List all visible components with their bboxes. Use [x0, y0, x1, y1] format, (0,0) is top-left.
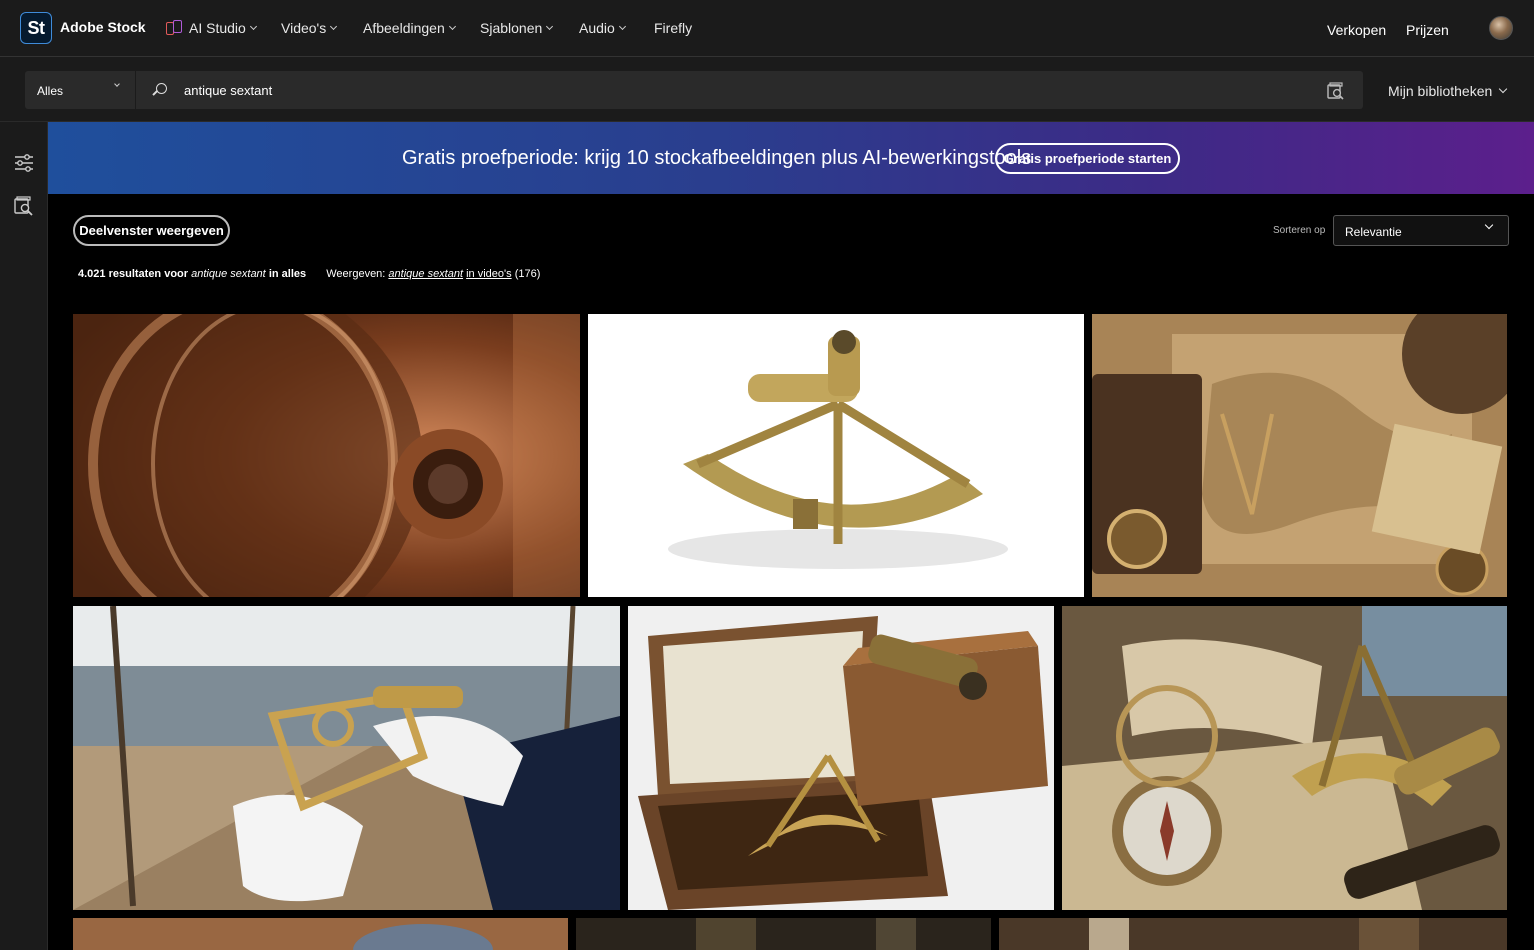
search-input[interactable]: [184, 71, 1284, 109]
my-libraries-dropdown[interactable]: Mijn bibliotheken: [1388, 83, 1508, 99]
results-summary: 4.021 resultaten voor antique sextant in…: [78, 268, 540, 280]
nav-templates[interactable]: Sjablonen: [480, 20, 554, 36]
adobe-stock-logo[interactable]: St: [20, 12, 52, 44]
result-image-row3-2[interactable]: [576, 918, 991, 950]
top-nav: St Adobe Stock AI Studio Video's Afbeeld…: [0, 0, 1534, 57]
brand-name[interactable]: Adobe Stock: [60, 19, 146, 35]
view-label: Weergeven:: [326, 268, 386, 280]
results-scope-prefix: in: [268, 268, 279, 280]
result-image-copper-instrument[interactable]: [73, 314, 580, 597]
chevron-down-icon: [448, 22, 456, 30]
chevron-down-icon: [546, 22, 554, 30]
search-field: [136, 71, 1363, 109]
chevron-down-icon: [330, 22, 338, 30]
nav-firefly-label: Firefly: [654, 20, 693, 36]
pricing-link[interactable]: Prijzen: [1406, 22, 1449, 38]
nav-videos-label: Video's: [281, 20, 327, 36]
results-query: antique sextant: [191, 268, 266, 280]
video-results-link[interactable]: antique sextant: [388, 268, 463, 280]
chevron-down-icon: [249, 22, 257, 30]
ai-studio-icon: [166, 20, 184, 36]
banner-text: Gratis proefperiode: krijg 10 stockafbee…: [402, 147, 1032, 169]
results-count: 4.021 resultaten voor: [78, 268, 189, 280]
show-panel-button[interactable]: Deelvenster weergeven: [73, 215, 230, 246]
nav-firefly[interactable]: Firefly: [654, 20, 692, 36]
results-scope: alles: [281, 268, 307, 280]
left-rail: [0, 122, 48, 950]
chevron-down-icon: [114, 81, 120, 87]
my-libraries-label: Mijn bibliotheken: [1388, 83, 1493, 99]
sort-select[interactable]: Relevantie: [1333, 215, 1509, 246]
search-scope-dropdown[interactable]: Alles: [25, 71, 135, 109]
search-icon: [156, 83, 167, 94]
nav-ai-studio[interactable]: AI Studio: [166, 20, 257, 36]
nav-templates-label: Sjablonen: [480, 20, 543, 36]
nav-images-label: Afbeeldingen: [363, 20, 445, 36]
visual-search-rail-icon[interactable]: [13, 195, 35, 217]
video-results-link-suffix[interactable]: in video's: [466, 268, 512, 280]
start-trial-button[interactable]: Gratis proefperiode starten: [995, 143, 1180, 174]
filters-icon[interactable]: [13, 152, 35, 174]
nav-audio[interactable]: Audio: [579, 20, 626, 36]
result-image-row3-3[interactable]: [999, 918, 1507, 950]
nav-videos[interactable]: Video's: [281, 20, 338, 36]
video-results-count: (176): [514, 268, 541, 280]
sell-link[interactable]: Verkopen: [1327, 22, 1386, 38]
chevron-down-icon: [1484, 220, 1494, 230]
free-trial-banner: Gratis proefperiode: krijg 10 stockafbee…: [48, 122, 1534, 194]
visual-search-icon[interactable]: [1327, 82, 1345, 100]
search-scope-label: Alles: [37, 84, 64, 98]
result-image-brass-sextant-white[interactable]: [588, 314, 1084, 597]
result-image-sextant-compass-maps[interactable]: [1062, 606, 1507, 910]
sort-label: Sorteren op: [1273, 225, 1326, 236]
sort-value: Relevantie: [1345, 225, 1402, 239]
nav-ai-studio-label: AI Studio: [189, 20, 246, 36]
result-image-row3-1[interactable]: [73, 918, 568, 950]
result-image-map-compass-flatlay[interactable]: [1092, 314, 1507, 597]
result-image-sextant-wooden-case[interactable]: [628, 606, 1054, 910]
chevron-down-icon: [1499, 84, 1508, 94]
nav-audio-label: Audio: [579, 20, 615, 36]
result-image-gloved-hands-sextant-ship[interactable]: [73, 606, 620, 910]
user-avatar[interactable]: [1489, 16, 1513, 40]
chevron-down-icon: [618, 22, 626, 30]
nav-images[interactable]: Afbeeldingen: [363, 20, 456, 36]
search-bar-row: Alles Mijn bibliotheken: [0, 57, 1534, 122]
